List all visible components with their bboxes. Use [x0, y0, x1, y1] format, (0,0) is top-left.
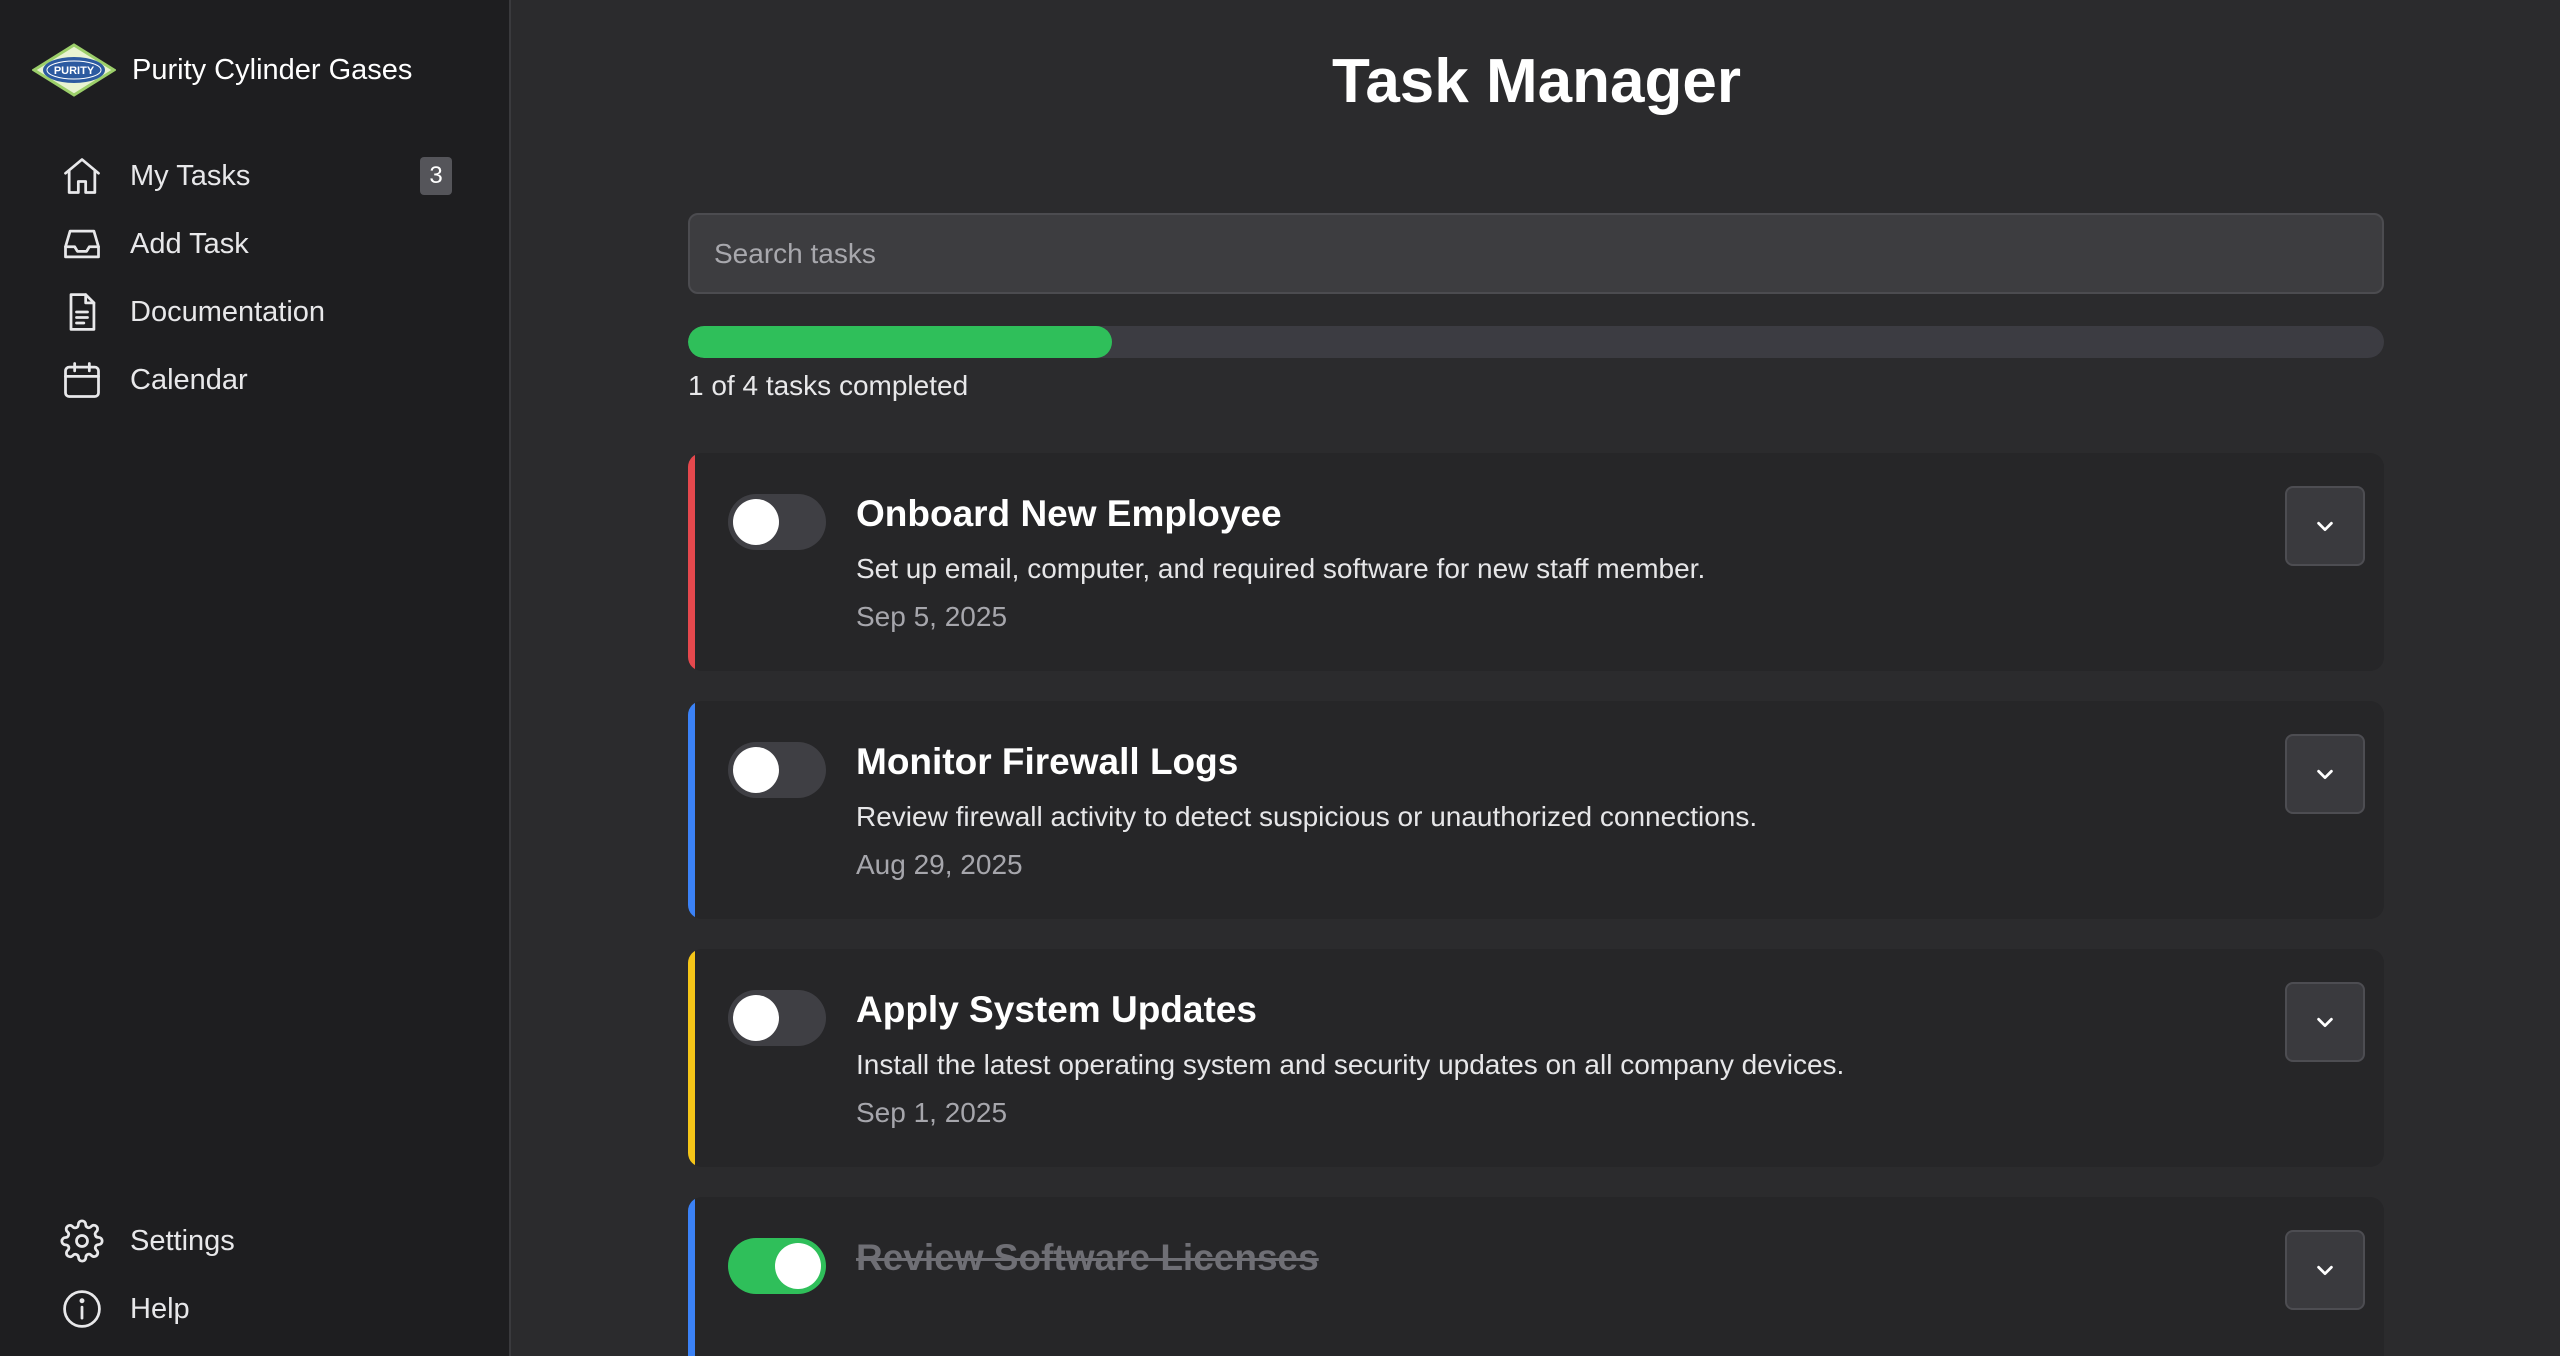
purity-logo: PURITY	[32, 43, 116, 97]
expand-button[interactable]	[2285, 1230, 2365, 1310]
nav-item-add-task[interactable]: Add Task	[60, 219, 460, 269]
search-input[interactable]	[688, 213, 2384, 294]
complete-toggle[interactable]	[728, 742, 826, 798]
task-title: Onboard New Employee	[856, 493, 1282, 534]
chevron-down-icon	[2317, 521, 2333, 532]
nav-item-calendar[interactable]: Calendar	[60, 355, 460, 405]
info-icon	[60, 1287, 104, 1331]
priority-stripe	[688, 949, 695, 1167]
progress-text: 1 of 4 tasks completed	[688, 370, 969, 401]
task-date: Sep 5, 2025	[856, 601, 1008, 632]
task-card: Onboard New Employee Set up email, compu…	[688, 453, 2384, 671]
nav-item-help[interactable]: Help	[60, 1284, 460, 1334]
nav-item-settings[interactable]: Settings	[60, 1216, 460, 1266]
complete-toggle[interactable]	[728, 990, 826, 1046]
task-description: Review firewall activity to detect suspi…	[856, 801, 1758, 832]
expand-button[interactable]	[2285, 486, 2365, 566]
page-title: Task Manager	[1332, 47, 1741, 116]
task-card: Apply System Updates Install the latest …	[688, 949, 2384, 1167]
nav-label: Calendar	[130, 363, 248, 396]
nav-label: Settings	[130, 1224, 235, 1257]
priority-stripe	[688, 1197, 695, 1356]
toggle-knob	[733, 499, 779, 545]
priority-stripe	[688, 453, 695, 671]
progress-bar	[688, 326, 2384, 358]
task-date: Sep 1, 2025	[856, 1097, 1008, 1128]
sidebar: PURITY Purity Cylinder Gases My Tasks 3 …	[0, 0, 511, 1356]
expand-button[interactable]	[2285, 734, 2365, 814]
progress-fill	[688, 326, 1112, 358]
nav-item-documentation[interactable]: Documentation	[60, 287, 460, 337]
document-icon	[60, 290, 104, 334]
task-title: Apply System Updates	[856, 989, 1257, 1030]
task-description: Install the latest operating system and …	[856, 1049, 1845, 1080]
task-card: Review Software Licenses	[688, 1197, 2384, 1356]
gear-icon	[60, 1219, 104, 1263]
nav-label: Add Task	[130, 227, 249, 260]
task-card: Monitor Firewall Logs Review firewall ac…	[688, 701, 2384, 919]
priority-stripe	[688, 701, 695, 919]
calendar-icon	[60, 358, 104, 402]
chevron-down-icon	[2317, 1265, 2333, 1276]
expand-button[interactable]	[2285, 982, 2365, 1062]
nav-label: Help	[130, 1292, 190, 1325]
complete-toggle[interactable]	[728, 1238, 826, 1294]
task-date: Aug 29, 2025	[856, 849, 1023, 880]
task-count-badge: 3	[420, 157, 452, 195]
inbox-icon	[60, 222, 104, 266]
nav-label: My Tasks	[130, 159, 251, 192]
nav-label: Documentation	[130, 295, 326, 328]
task-description: Set up email, computer, and required sof…	[856, 553, 1706, 584]
toggle-knob	[733, 995, 779, 1041]
main-content: Task Manager 1 of 4 tasks completed Onbo…	[513, 0, 2560, 1356]
chevron-down-icon	[2317, 769, 2333, 780]
brand[interactable]: PURITY Purity Cylinder Gases	[32, 42, 412, 98]
chevron-down-icon	[2317, 1017, 2333, 1028]
logo-text: PURITY	[54, 65, 95, 77]
nav-item-my-tasks[interactable]: My Tasks 3	[60, 151, 460, 201]
task-title: Monitor Firewall Logs	[856, 741, 1239, 782]
task-title: Review Software Licenses	[856, 1237, 1319, 1278]
brand-name: Purity Cylinder Gases	[132, 53, 413, 86]
complete-toggle[interactable]	[728, 494, 826, 550]
toggle-knob	[733, 747, 779, 793]
home-icon	[60, 154, 104, 198]
toggle-knob	[775, 1243, 821, 1289]
